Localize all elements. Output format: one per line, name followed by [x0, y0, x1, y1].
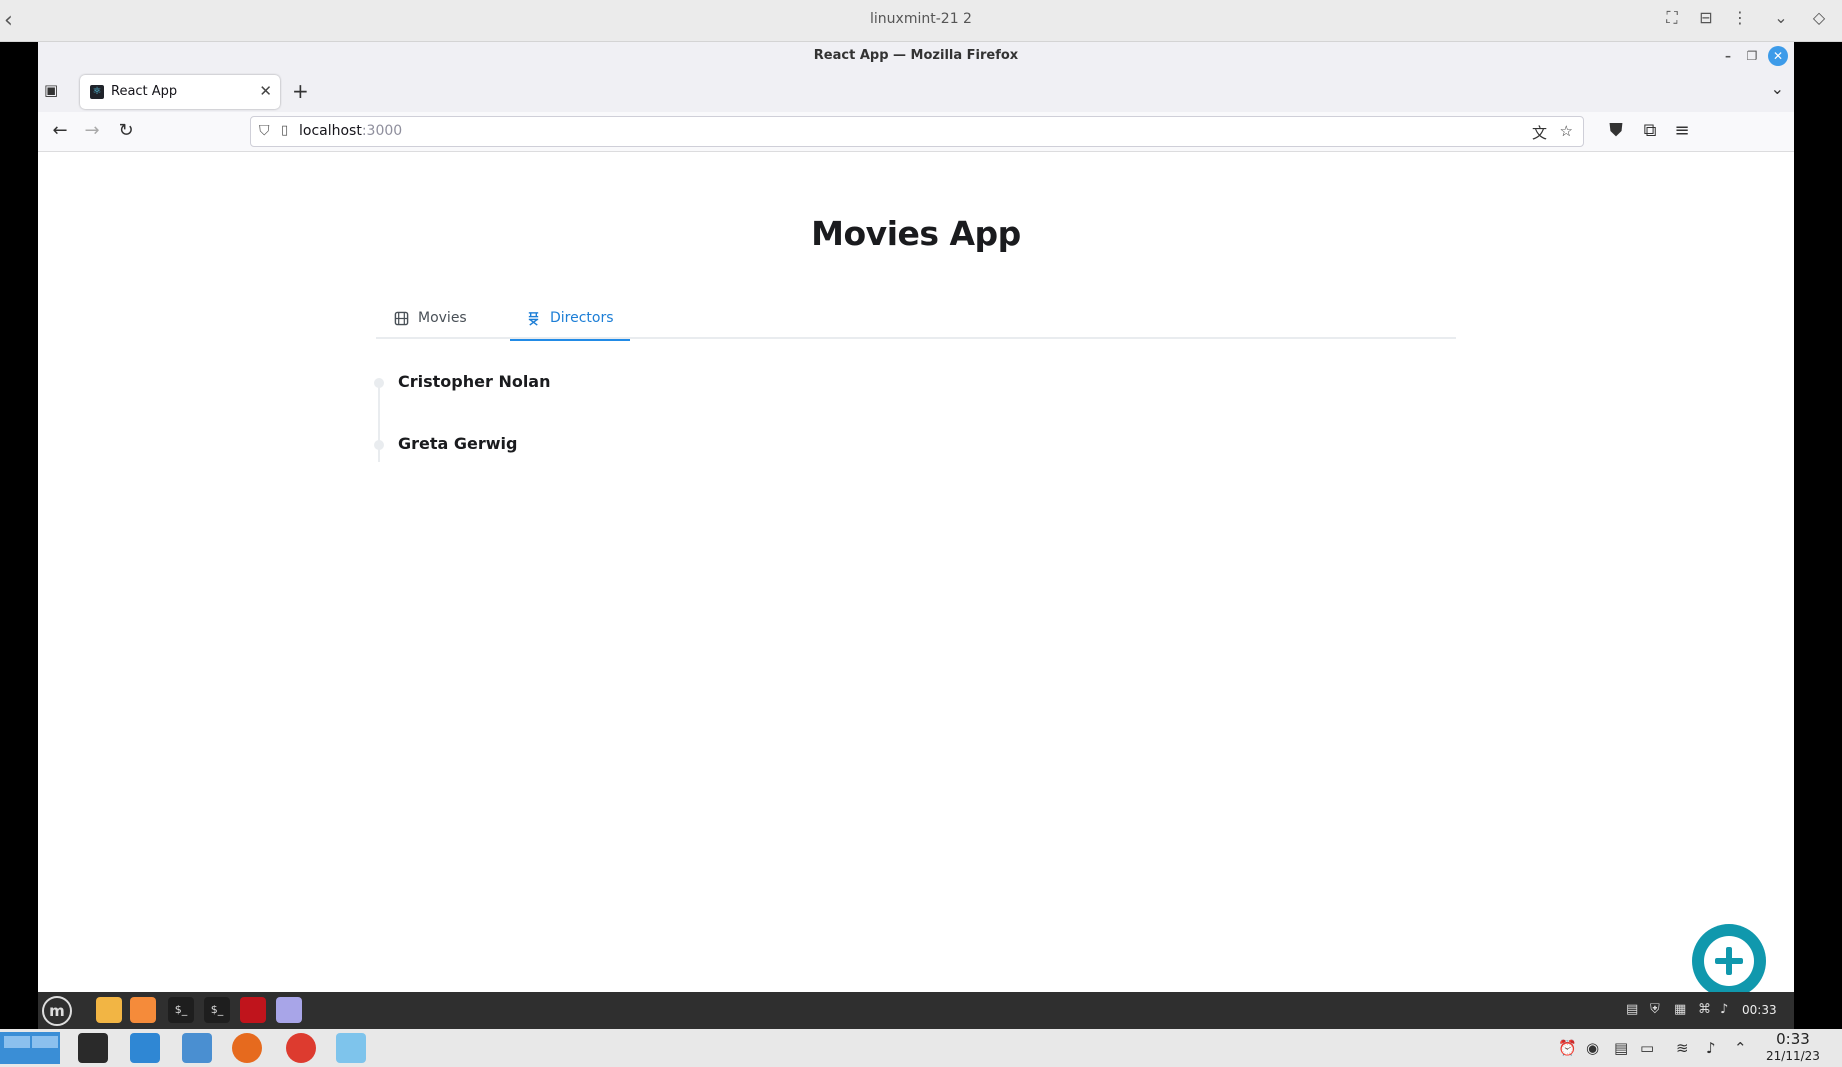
host-battery-icon[interactable]: ▭ — [1640, 1039, 1654, 1057]
timeline-bullet — [374, 440, 384, 450]
host-menu-icon[interactable]: ⋮ — [1729, 8, 1751, 27]
host-wifi-icon[interactable]: ≋ — [1676, 1039, 1689, 1057]
timeline-line — [378, 384, 380, 462]
host-time: 0:33 — [1776, 1030, 1810, 1048]
extensions-icon[interactable]: ⧉ — [1638, 120, 1662, 141]
page-content: Movies App Movies Directors Cristopher N… — [38, 152, 1794, 992]
notes-icon[interactable] — [276, 997, 302, 1023]
host-taskbar: ⏰ ◉ ▤ ▭ ≋ ♪ ⌃ 0:33 21/11/23 — [0, 1029, 1842, 1067]
timeline-bullet — [374, 378, 384, 388]
host-app-icon[interactable] — [130, 1033, 160, 1063]
host-terminal-icon[interactable] — [78, 1033, 108, 1063]
director-chair-icon — [528, 311, 539, 326]
tab-strip: ▣ ⚛ React App ✕ + ⌄ — [38, 70, 1794, 112]
url-bar[interactable]: ⛉ ▯ localhost:3000 文 ☆ — [250, 116, 1584, 147]
tracking-protection-icon[interactable]: ⛉ — [259, 123, 270, 139]
workspace-switcher[interactable] — [0, 1032, 60, 1064]
host-clock[interactable]: 0:33 21/11/23 — [1766, 1031, 1820, 1065]
minimize-icon[interactable]: – — [1718, 46, 1738, 66]
film-icon — [394, 311, 409, 325]
reload-icon[interactable]: ↻ — [114, 120, 138, 141]
app-menu-icon[interactable]: ≡ — [1670, 120, 1694, 141]
host-files-icon[interactable] — [182, 1033, 212, 1063]
host-fullscreen-icon[interactable]: ⛶ — [1661, 8, 1683, 28]
host-volume-icon[interactable]: ♪ — [1706, 1039, 1716, 1057]
tab-directors-label: Directors — [550, 310, 614, 326]
tab-movies-label: Movies — [418, 310, 467, 326]
left-gutter — [0, 42, 38, 992]
browser-tab-react-app[interactable]: ⚛ React App ✕ — [80, 75, 280, 109]
tray-shield-icon[interactable]: ⛨ — [1650, 1002, 1660, 1017]
software-manager-icon[interactable] — [130, 997, 156, 1023]
host-window-title: linuxmint-21 2 — [870, 11, 972, 27]
window-title: React App — Mozilla Firefox — [813, 48, 1019, 63]
page-title: Movies App — [811, 214, 1021, 253]
director-name[interactable]: Cristopher Nolan — [398, 372, 551, 391]
tray-network-icon[interactable]: ⌘ — [1698, 1002, 1711, 1017]
red-terminal-icon[interactable] — [240, 997, 266, 1023]
host-pin-icon[interactable]: ◇ — [1808, 8, 1830, 27]
host-date: 21/11/23 — [1766, 1049, 1820, 1063]
guest-clock[interactable]: 00:33 — [1742, 1003, 1777, 1017]
host-minimize-icon[interactable]: ⌄ — [1770, 8, 1792, 27]
new-tab-icon[interactable]: + — [292, 79, 309, 103]
tab-movies[interactable]: Movies — [390, 297, 471, 339]
director-name[interactable]: Greta Gerwig — [398, 434, 517, 453]
bookmark-star-icon[interactable]: ☆ — [1560, 122, 1573, 140]
tray-clipboard-icon[interactable]: ▤ — [1626, 1002, 1638, 1017]
host-firefox-icon[interactable] — [232, 1033, 262, 1063]
tab-list: Movies Directors — [376, 297, 1456, 341]
host-tray-expand-icon[interactable]: ⌃ — [1734, 1039, 1747, 1057]
navigation-bar: ← → ↻ ⛉ ▯ localhost:3000 文 ☆ ⛊ ⧉ ≡ — [38, 112, 1794, 152]
close-tab-icon[interactable]: ✕ — [259, 82, 272, 100]
host-keyboard-icon[interactable]: ⊟ — [1695, 8, 1717, 27]
maximize-icon[interactable]: ❐ — [1742, 46, 1762, 66]
add-button[interactable] — [1692, 924, 1766, 992]
host-update-icon[interactable]: ◉ — [1586, 1039, 1599, 1057]
terminal-icon[interactable]: $_ — [168, 997, 194, 1023]
right-gutter — [1794, 42, 1842, 992]
host-vm-icon[interactable] — [336, 1033, 366, 1063]
host-alarm-icon[interactable]: ⏰ — [1558, 1039, 1577, 1057]
terminal-icon-2[interactable]: $_ — [204, 997, 230, 1023]
firefox-view-icon[interactable]: ▣ — [44, 81, 58, 99]
guest-panel: m $_ $_ ▤ ⛨ ▦ ⌘ ♪ 00:33 — [38, 992, 1794, 1029]
host-chrome-icon[interactable] — [286, 1033, 316, 1063]
tray-notes-icon[interactable]: ▦ — [1674, 1002, 1686, 1017]
firefox-window: React App — Mozilla Firefox – ❐ ✕ ▣ ⚛ Re… — [38, 42, 1794, 992]
close-window-icon[interactable]: ✕ — [1768, 46, 1788, 66]
host-title-bar: ‹ linuxmint-21 2 ⛶ ⊟ ⋮ ⌄ ◇ — [0, 0, 1842, 42]
tab-directors[interactable]: Directors — [510, 297, 630, 341]
plus-icon — [1704, 936, 1754, 986]
translate-icon[interactable]: 文 — [1532, 122, 1547, 143]
page-info-icon[interactable]: ▯ — [281, 123, 288, 138]
host-clipboard-icon[interactable]: ▤ — [1614, 1039, 1628, 1057]
tab-title: React App — [111, 84, 178, 99]
react-favicon-icon: ⚛ — [90, 85, 104, 99]
pocket-icon[interactable]: ⛊ — [1604, 120, 1628, 141]
forward-icon[interactable]: → — [80, 120, 104, 141]
back-icon[interactable]: ← — [48, 120, 72, 141]
tray-volume-icon[interactable]: ♪ — [1720, 1002, 1728, 1017]
firefox-titlebar: React App — Mozilla Firefox – ❐ ✕ — [38, 42, 1794, 70]
mint-menu-icon[interactable]: m — [42, 996, 72, 1026]
files-icon[interactable] — [96, 997, 122, 1023]
url-text[interactable]: localhost:3000 — [299, 123, 402, 139]
list-all-tabs-icon[interactable]: ⌄ — [1771, 79, 1784, 98]
